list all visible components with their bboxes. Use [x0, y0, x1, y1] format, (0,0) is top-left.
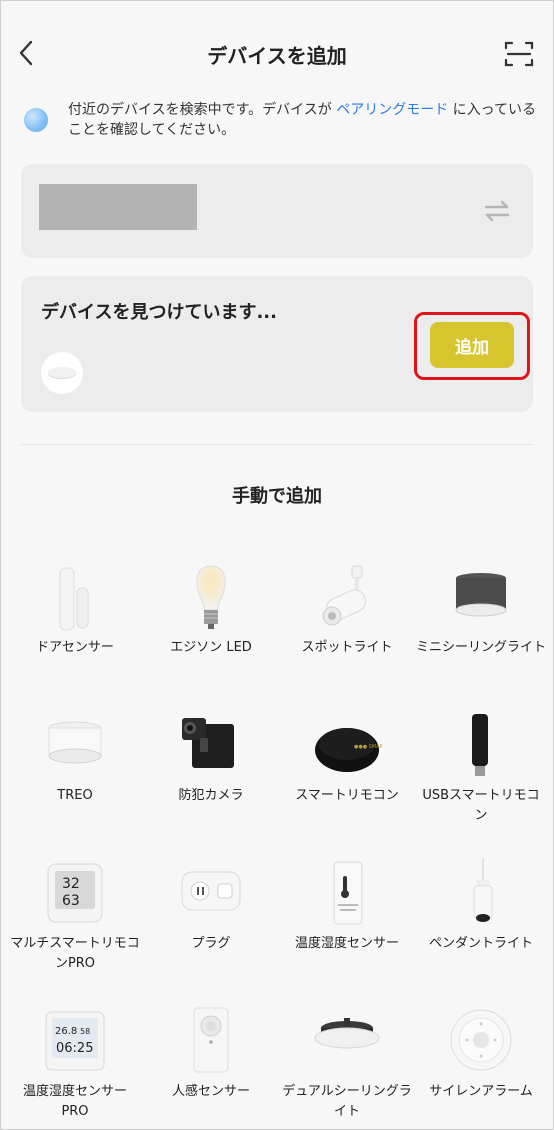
- wifi-network-card[interactable]: [21, 164, 533, 258]
- spotlight-icon: [322, 565, 366, 626]
- device-label: ミニシーリングライト: [416, 640, 547, 655]
- smart-remote-icon: ●●● SMART: [315, 728, 382, 772]
- usb-remote-icon: [472, 714, 488, 776]
- device-label: マルチスマートリモコンPRO: [10, 936, 140, 971]
- device-item-plug[interactable]: プラグ: [142, 856, 280, 986]
- device-label: 防犯カメラ: [178, 788, 244, 803]
- siren-alarm-icon: [450, 1009, 512, 1071]
- device-item-siren-alarm[interactable]: サイレンアラーム: [412, 1004, 550, 1130]
- device-item-usb-remote[interactable]: USBスマートリモコン: [412, 708, 550, 838]
- device-item-security-camera[interactable]: 防犯カメラ: [142, 708, 280, 838]
- add-button[interactable]: 追加: [430, 322, 514, 368]
- found-title: デバイスを見つけています...: [41, 302, 277, 323]
- dual-ceiling-light-icon: [314, 1018, 380, 1049]
- device-label: 温度湿度センサー: [294, 936, 399, 951]
- device-item-multi-remote-pro[interactable]: 32 63 マルチスマートリモコンPRO: [6, 856, 144, 986]
- device-item-pendant-light[interactable]: ペンダントライト: [412, 856, 550, 986]
- pairing-mode-link[interactable]: ペアリングモード: [336, 102, 448, 118]
- pendant-light-icon: [473, 858, 493, 922]
- edison-bulb-icon: [196, 565, 226, 629]
- smart-plug-icon: [181, 871, 241, 911]
- svg-text:●●● SMART: ●●● SMART: [354, 744, 382, 750]
- device-label: ペンダントライト: [428, 936, 533, 951]
- lcd-time-reading: 06:25: [56, 1041, 93, 1056]
- door-sensor-icon: [59, 567, 89, 631]
- page-title: デバイスを追加: [207, 44, 347, 68]
- device-label: エジソン LED: [170, 640, 252, 655]
- temp-humidity-sensor-icon: [333, 861, 363, 925]
- divider: [21, 444, 533, 445]
- manual-add-title: 手動で追加: [232, 486, 322, 507]
- lcd-bottom-reading: 63: [62, 893, 80, 909]
- multi-remote-pro-icon: 32 63: [47, 863, 103, 923]
- searching-spinner-icon: [24, 108, 48, 132]
- device-item-door-sensor[interactable]: ドアセンサー: [6, 560, 144, 690]
- network-name-redacted: [39, 184, 197, 230]
- device-item-temp-humidity-sensor[interactable]: 温度湿度センサー: [278, 856, 416, 986]
- device-item-smart-remote[interactable]: ●●● SMART スマートリモコン: [278, 708, 416, 838]
- device-label: 人感センサー: [171, 1084, 250, 1099]
- lcd-temperature-reading: 26.8: [55, 1026, 77, 1037]
- temp-humidity-sensor-pro-icon: 26.8 58 06:25: [45, 1011, 105, 1071]
- device-item-treo[interactable]: TREO: [6, 708, 144, 838]
- swap-icon[interactable]: [483, 200, 511, 222]
- device-label: スマートリモコン: [295, 788, 399, 803]
- device-label: USBスマートリモコン: [422, 788, 540, 823]
- scan-button[interactable]: [504, 40, 534, 68]
- device-item-spotlight[interactable]: スポットライト: [278, 560, 416, 690]
- search-notice: 付近のデバイスを検索中です。デバイスが ペアリングモード に入っていることを確認…: [24, 98, 536, 142]
- device-item-dual-ceiling-light[interactable]: デュアルシーリングライト: [278, 1004, 416, 1130]
- treo-light-icon: [48, 721, 102, 764]
- device-label: 温度湿度センサーPRO: [22, 1084, 127, 1119]
- device-label: サイレンアラーム: [429, 1084, 533, 1099]
- found-device-icon[interactable]: [41, 352, 83, 394]
- device-label: スポットライト: [301, 640, 393, 655]
- device-item-motion-sensor[interactable]: 人感センサー: [142, 1004, 280, 1130]
- device-label: TREO: [57, 788, 93, 803]
- device-item-mini-ceiling-light[interactable]: ミニシーリングライト: [412, 560, 550, 690]
- device-label: プラグ: [191, 936, 231, 951]
- found-devices-card: デバイスを見つけています... 追加: [21, 276, 533, 412]
- header: デバイスを追加: [0, 28, 554, 80]
- mini-ceiling-light-icon: [455, 573, 507, 617]
- device-label: ドアセンサー: [36, 640, 114, 655]
- device-item-temp-humidity-sensor-pro[interactable]: 26.8 58 06:25 温度湿度センサーPRO: [6, 1004, 144, 1130]
- lcd-humidity-reading: 58: [80, 1027, 90, 1036]
- device-label: デュアルシーリングライト: [282, 1084, 412, 1119]
- device-item-edison-led[interactable]: エジソン LED: [142, 560, 280, 690]
- notice-text: 付近のデバイスを検索中です。デバイスが ペアリングモード に入っていることを確認…: [68, 102, 536, 138]
- qr-scan-icon: [504, 41, 534, 67]
- lcd-top-reading: 32: [62, 876, 80, 892]
- security-camera-icon: [182, 718, 234, 768]
- motion-sensor-icon: [193, 1007, 229, 1073]
